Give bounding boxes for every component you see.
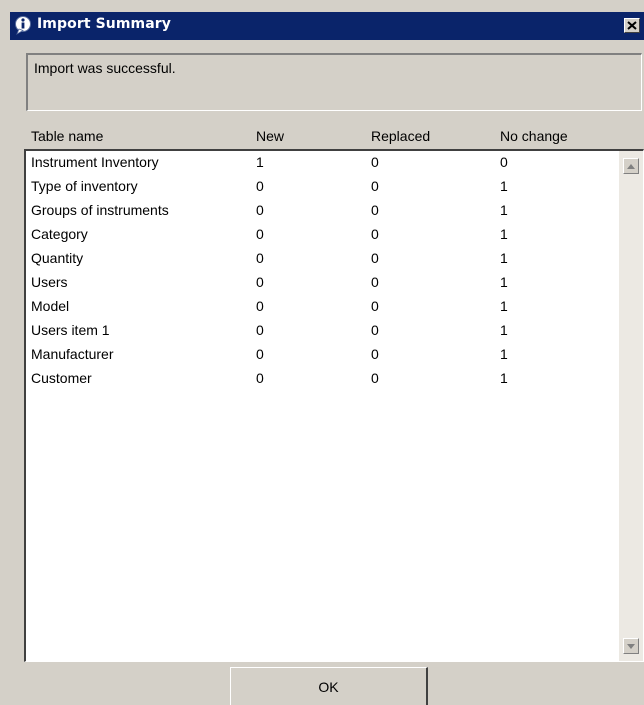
- cell-replaced: 0: [371, 226, 379, 242]
- cell-replaced: 0: [371, 370, 379, 386]
- ok-button[interactable]: OK: [230, 667, 428, 705]
- vertical-scrollbar[interactable]: [619, 151, 643, 661]
- cell-new: 0: [256, 322, 264, 338]
- cell-table-name: Manufacturer: [31, 346, 114, 362]
- cell-replaced: 0: [371, 250, 379, 266]
- table-header: Table name New Replaced No change: [10, 124, 644, 146]
- cell-no-change: 1: [500, 370, 508, 386]
- table-row[interactable]: Manufacturer 0 0 1: [26, 343, 606, 365]
- summary-table[interactable]: Instrument Inventory 1 0 0 Type of inven…: [24, 149, 644, 662]
- table-row[interactable]: Type of inventory 0 0 1: [26, 175, 606, 197]
- cell-new: 0: [256, 370, 264, 386]
- cell-replaced: 0: [371, 154, 379, 170]
- dialog-title: Import Summary: [37, 16, 172, 32]
- cell-new: 1: [256, 154, 264, 170]
- cell-new: 0: [256, 178, 264, 194]
- cell-table-name: Users item 1: [31, 322, 110, 338]
- column-header-no-change: No change: [500, 128, 568, 144]
- import-summary-dialog: Import Summary Import was successful. Ta…: [10, 12, 644, 705]
- cell-no-change: 1: [500, 346, 508, 362]
- cell-no-change: 1: [500, 202, 508, 218]
- cell-no-change: 1: [500, 226, 508, 242]
- cell-no-change: 1: [500, 178, 508, 194]
- cell-no-change: 1: [500, 298, 508, 314]
- cell-replaced: 0: [371, 346, 379, 362]
- arrow-up-icon: [627, 163, 635, 169]
- column-header-replaced: Replaced: [371, 128, 431, 144]
- table-row[interactable]: Customer 0 0 1: [26, 367, 606, 389]
- table-row[interactable]: Instrument Inventory 1 0 0: [26, 151, 606, 173]
- cell-table-name: Groups of instruments: [31, 202, 169, 218]
- table-row[interactable]: Quantity 0 0 1: [26, 247, 606, 269]
- table-row[interactable]: Model 0 0 1: [26, 295, 606, 317]
- arrow-down-icon: [627, 643, 635, 649]
- cell-replaced: 0: [371, 298, 379, 314]
- info-icon: [15, 16, 31, 35]
- cell-table-name: Instrument Inventory: [31, 154, 159, 170]
- status-message: Import was successful.: [34, 60, 176, 76]
- scroll-down-button[interactable]: [623, 638, 639, 654]
- cell-replaced: 0: [371, 178, 379, 194]
- cell-no-change: 1: [500, 250, 508, 266]
- cell-new: 0: [256, 298, 264, 314]
- cell-table-name: Quantity: [31, 250, 84, 266]
- table-row[interactable]: Category 0 0 1: [26, 223, 606, 245]
- cell-replaced: 0: [371, 202, 379, 218]
- table-row[interactable]: Groups of instruments 0 0 1: [26, 199, 606, 221]
- title-bar[interactable]: Import Summary: [10, 12, 644, 40]
- cell-table-name: Model: [31, 298, 70, 314]
- cell-new: 0: [256, 226, 264, 242]
- close-button[interactable]: [624, 18, 640, 33]
- cell-replaced: 0: [371, 322, 379, 338]
- close-icon: [627, 21, 637, 30]
- message-box: Import was successful.: [26, 53, 642, 111]
- column-header-new: New: [256, 128, 285, 144]
- cell-no-change: 1: [500, 322, 508, 338]
- cell-table-name: Category: [31, 226, 88, 242]
- cell-new: 0: [256, 274, 264, 290]
- table-row[interactable]: Users item 1 0 0 1: [26, 319, 606, 341]
- cell-new: 0: [256, 202, 264, 218]
- cell-table-name: Type of inventory: [31, 178, 138, 194]
- cell-table-name: Users: [31, 274, 68, 290]
- cell-new: 0: [256, 250, 264, 266]
- cell-no-change: 1: [500, 274, 508, 290]
- column-header-table-name: Table name: [31, 128, 104, 144]
- cell-replaced: 0: [371, 274, 379, 290]
- cell-new: 0: [256, 346, 264, 362]
- cell-no-change: 0: [500, 154, 508, 170]
- scroll-up-button[interactable]: [623, 158, 639, 174]
- cell-table-name: Customer: [31, 370, 92, 386]
- table-row[interactable]: Users 0 0 1: [26, 271, 606, 293]
